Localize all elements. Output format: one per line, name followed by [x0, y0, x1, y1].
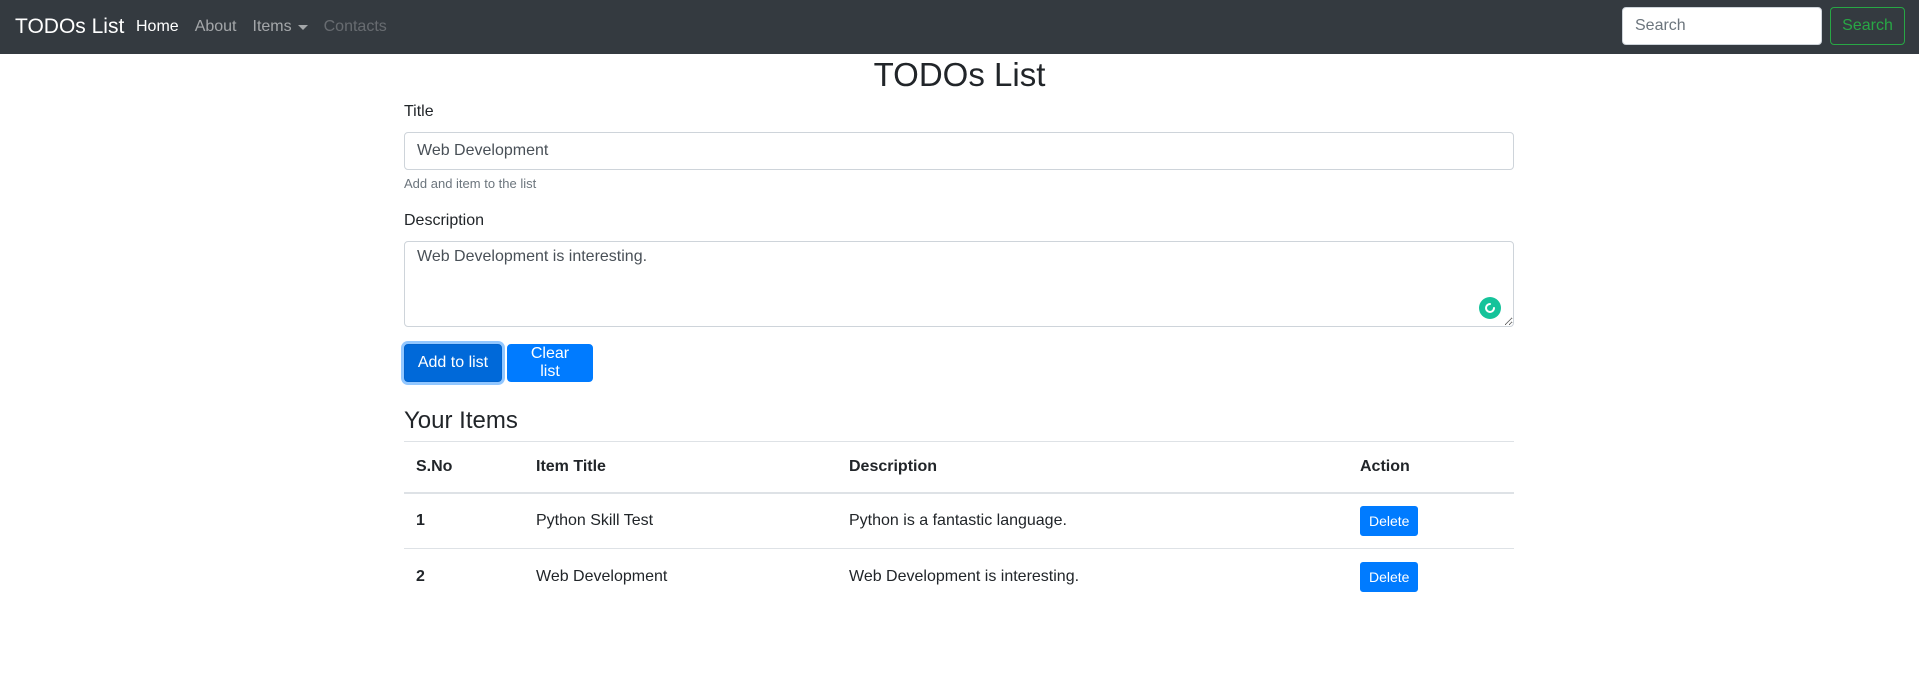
- header-item-title: Item Title: [524, 441, 837, 494]
- title-input[interactable]: [404, 132, 1514, 170]
- refresh-icon: [1485, 303, 1495, 313]
- search-button[interactable]: Search: [1830, 7, 1905, 45]
- nav-link-about[interactable]: About: [195, 18, 237, 36]
- page-title: TODOs List: [873, 56, 1046, 93]
- nav-link-home[interactable]: Home: [136, 18, 179, 36]
- table-row: 2 Web Development Web Development is int…: [404, 548, 1514, 605]
- table-row: 1 Python Skill Test Python is a fantasti…: [404, 493, 1514, 549]
- your-items-heading: Your Items: [404, 407, 518, 434]
- delete-button[interactable]: Delete: [1360, 505, 1419, 536]
- header-description: Description: [837, 441, 1348, 494]
- clear-list-button[interactable]: Clear list: [507, 344, 593, 382]
- grammar-assistant-icon[interactable]: [1479, 297, 1501, 319]
- delete-button[interactable]: Delete: [1360, 561, 1419, 592]
- title-help-text: Add and item to the list: [404, 176, 537, 191]
- header-action: Action: [1348, 441, 1514, 494]
- row-description: Web Development is interesting.: [837, 548, 1348, 605]
- search-input[interactable]: [1622, 7, 1822, 45]
- row-sno: 2: [404, 548, 524, 605]
- title-label: Title: [404, 103, 434, 120]
- nav-dropdown-items[interactable]: Items: [253, 18, 308, 36]
- description-textarea[interactable]: Web Development is interesting.: [404, 241, 1514, 327]
- nav-dropdown-items-label: Items: [252, 18, 292, 35]
- nav-link-contacts: Contacts: [323, 18, 387, 35]
- row-sno: 1: [416, 511, 425, 529]
- navbar: TODOs List Home About Items Contacts Sea…: [0, 0, 1919, 54]
- header-sno: S.No: [404, 441, 524, 494]
- row-title: Web Development: [524, 548, 837, 605]
- row-description: Python is a fantastic language.: [849, 511, 1067, 529]
- add-to-list-button[interactable]: Add to list: [404, 344, 502, 382]
- row-action: Delete: [1348, 493, 1514, 549]
- row-title: Python Skill Test: [536, 511, 654, 529]
- caret-down-icon: [297, 24, 308, 30]
- row-action: Delete: [1348, 548, 1514, 605]
- navbar-brand[interactable]: TODOs List: [15, 13, 124, 41]
- items-table: S.No Item Title Description Action 1 Pyt…: [404, 441, 1514, 605]
- table-header-row: S.No Item Title Description Action: [404, 441, 1514, 494]
- description-label: Description: [404, 212, 485, 229]
- nav-links: Home About Items Contacts: [136, 0, 403, 54]
